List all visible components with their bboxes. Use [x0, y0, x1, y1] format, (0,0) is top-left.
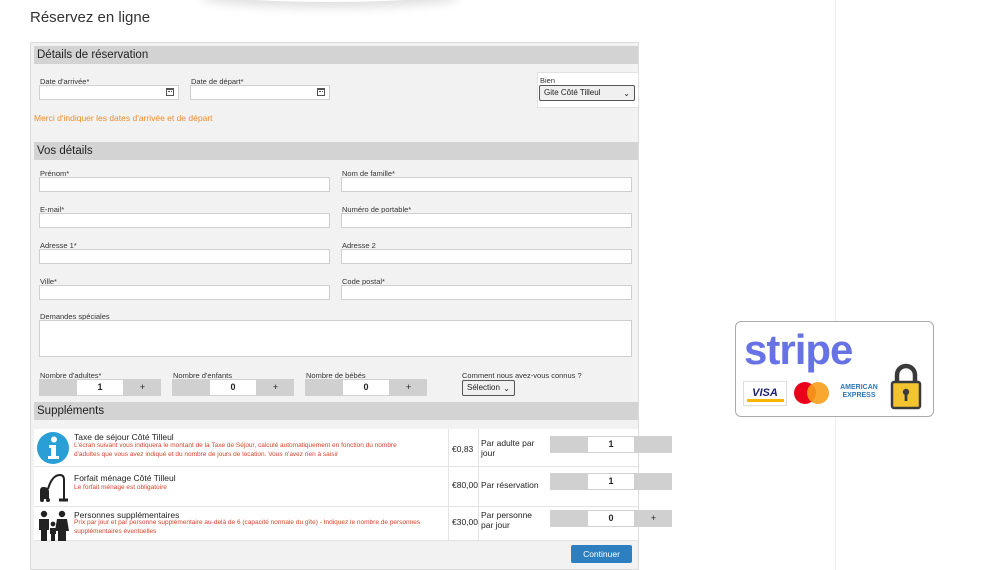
mastercard-logo	[794, 382, 830, 406]
children-minus-button[interactable]	[172, 379, 209, 396]
source-select[interactable]: Sélection ⌄	[462, 380, 515, 396]
source-select-value: Sélection	[467, 383, 500, 392]
lastname-field[interactable]	[341, 177, 632, 192]
children-plus-button[interactable]: +	[257, 379, 294, 396]
chevron-down-icon: ⌄	[623, 89, 630, 98]
departure-date-input[interactable]	[190, 85, 330, 100]
page-title: Réservez en ligne	[30, 9, 151, 26]
amex-logo: AMERICAN EXPRESS	[836, 384, 882, 400]
column-divider	[835, 0, 836, 570]
divider	[448, 467, 449, 506]
email-field[interactable]	[39, 213, 330, 228]
booking-form: Détails de réservation Date d'arrivée* D…	[30, 42, 672, 570]
supplement-unit: Par adulte par jour	[481, 438, 535, 458]
address2-field[interactable]	[341, 249, 632, 264]
supplement-title: Forfait ménage Côté Tilleul	[74, 473, 176, 483]
supplement-minus-button[interactable]	[550, 436, 587, 453]
supplement-description: Prix par jour et par personne supplément…	[74, 519, 421, 535]
supplement-plus-button[interactable]: +	[635, 510, 672, 527]
amex-line2: EXPRESS	[842, 392, 876, 399]
divider	[478, 429, 479, 466]
supplement-row: Personnes supplémentaires Prix par jour …	[34, 507, 672, 541]
property-box: Bien Gite Côté Tilleul ⌄	[537, 72, 639, 108]
section-details-header: Vos détails	[34, 142, 638, 160]
supplement-qty[interactable]: 1	[587, 436, 635, 453]
special-requests-textarea[interactable]	[39, 320, 632, 357]
address1-field[interactable]	[39, 249, 330, 264]
section-supplements-header: Suppléments	[34, 402, 638, 420]
adults-minus-button[interactable]	[39, 379, 76, 396]
stripe-badge: stripe VISA AMERICAN EXPRESS	[735, 321, 934, 417]
supplement-title: Taxe de séjour Côté Tilleul	[74, 432, 174, 442]
chevron-down-icon: ⌄	[503, 384, 510, 393]
stripe-logo: stripe	[744, 326, 853, 373]
continue-button[interactable]: Continuer	[571, 545, 632, 563]
supplement-description: L'écran suivant vous indiquera le montan…	[74, 442, 397, 458]
babies-minus-button[interactable]	[305, 379, 342, 396]
supplement-unit: Par réservation	[481, 480, 539, 490]
babies-plus-button[interactable]: +	[390, 379, 427, 396]
supplement-minus-button[interactable]	[550, 510, 587, 527]
property-select[interactable]: Gite Côté Tilleul ⌄	[539, 85, 635, 101]
divider	[478, 467, 479, 506]
supplement-row: Forfait ménage Côté Tilleul Le forfait m…	[34, 467, 672, 507]
visa-text: VISA	[752, 387, 778, 399]
family-icon	[39, 510, 69, 541]
supplement-price: €80,00	[452, 480, 478, 490]
source-label: Comment nous avez-vous connus ?	[462, 371, 582, 380]
supplement-qty[interactable]: 1	[587, 473, 635, 490]
supplement-plus-button[interactable]	[635, 473, 672, 490]
supplement-price: €30,00	[452, 517, 478, 527]
supplement-row: Taxe de séjour Côté Tilleul L'écran suiv…	[34, 429, 672, 467]
lock-icon	[890, 363, 922, 410]
property-select-value: Gite Côté Tilleul	[544, 88, 601, 97]
babies-value[interactable]: 0	[342, 379, 390, 396]
visa-stripe	[747, 399, 784, 402]
property-label: Bien	[540, 76, 556, 85]
arrival-date-input[interactable]	[39, 85, 179, 100]
header-shadow	[200, 0, 460, 2]
section-reservation-header: Détails de réservation	[34, 46, 638, 64]
calendar-icon[interactable]	[166, 88, 174, 96]
amex-line1: AMERICAN	[840, 384, 878, 391]
mastercard-orange-circle	[807, 382, 829, 404]
supplement-plus-button[interactable]	[635, 436, 672, 453]
adults-plus-button[interactable]: +	[124, 379, 161, 396]
info-icon	[37, 432, 69, 464]
postcode-field[interactable]	[341, 285, 632, 300]
calendar-icon[interactable]	[317, 88, 325, 96]
divider	[478, 507, 479, 540]
supplement-minus-button[interactable]	[550, 473, 587, 490]
children-value[interactable]: 0	[209, 379, 257, 396]
firstname-field[interactable]	[39, 177, 330, 192]
divider	[448, 429, 449, 466]
supplement-description: Le forfait ménage est obligatoire	[74, 484, 167, 491]
divider	[448, 507, 449, 540]
adults-value[interactable]: 1	[76, 379, 124, 396]
supplement-qty[interactable]: 0	[587, 510, 635, 527]
visa-logo: VISA	[743, 381, 787, 406]
mobile-field[interactable]	[341, 213, 632, 228]
city-field[interactable]	[39, 285, 330, 300]
supplement-unit: Par personne par jour	[481, 510, 533, 530]
date-warning: Merci d'indiquer les dates d'arrivée et …	[34, 113, 213, 123]
vacuum-cleaner-icon	[40, 473, 68, 502]
supplement-price: €0,83	[452, 444, 474, 454]
